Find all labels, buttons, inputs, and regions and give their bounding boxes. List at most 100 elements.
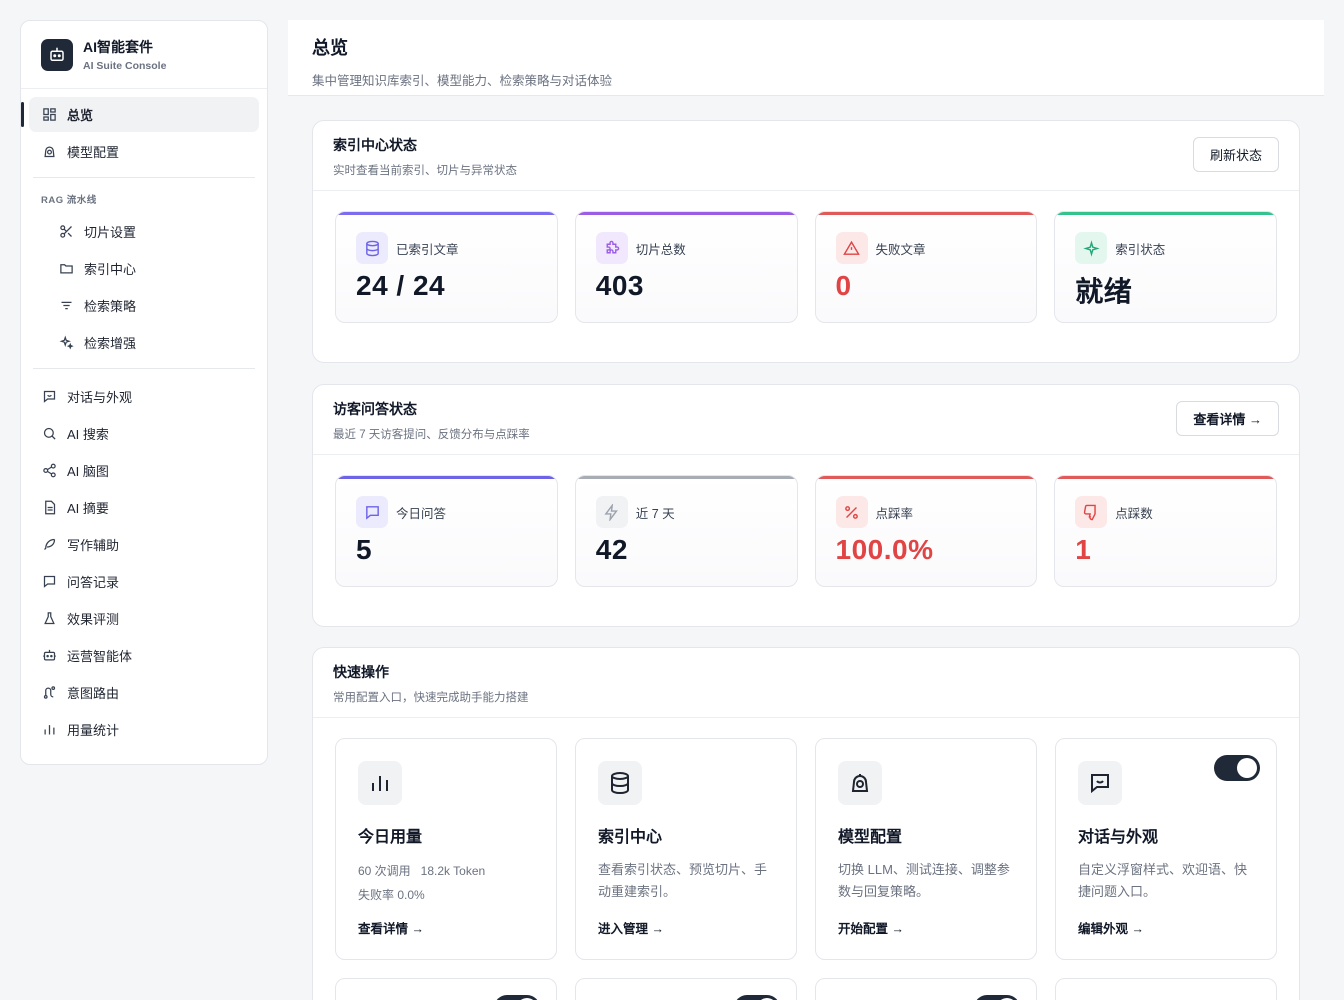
quick-card-desc: 自定义浮窗样式、欢迎语、快捷问题入口。 bbox=[1078, 862, 1248, 899]
brand: AI智能套件 AI Suite Console bbox=[21, 21, 267, 89]
page-header: 总览 集中管理知识库索引、模型能力、检索策略与对话体验 bbox=[288, 20, 1324, 96]
sidebar-item-index-center[interactable]: 索引中心 bbox=[29, 251, 259, 286]
sidebar: AI智能套件 AI Suite Console 总览 模型配置 RAG 流水线 … bbox=[20, 20, 268, 765]
accent-bar bbox=[336, 476, 557, 479]
quick-card-index-center[interactable]: 索引中心 查看索引状态、预览切片、手动重建索引。 进入管理 → bbox=[575, 738, 797, 960]
sidebar-item-usage-stats[interactable]: 用量统计 bbox=[29, 712, 259, 747]
sidebar-item-overview[interactable]: 总览 bbox=[21, 97, 259, 132]
robot-icon bbox=[41, 648, 57, 664]
stat-value: 100.0% bbox=[835, 534, 934, 565]
edit-appearance-link[interactable]: 编辑外观 → bbox=[1078, 918, 1144, 937]
sidebar-item-ops-agent[interactable]: 运营智能体 bbox=[29, 638, 259, 673]
scissors-icon bbox=[58, 224, 74, 240]
sidebar-item-label: 效果评测 bbox=[67, 612, 120, 627]
sidebar-item-ai-search[interactable]: AI 搜索 bbox=[29, 416, 259, 451]
sidebar-item-writing-assist[interactable]: 写作辅助 bbox=[29, 527, 259, 562]
sidebar-item-qa-records[interactable]: 问答记录 bbox=[29, 564, 259, 599]
sidebar-item-chunk-settings[interactable]: 切片设置 bbox=[29, 214, 259, 249]
accent-bar bbox=[575, 212, 797, 215]
card-subtitle: 最近 7 天访客提问、反馈分布与点踩率 bbox=[333, 429, 530, 441]
card-title: 访客问答状态 bbox=[333, 401, 417, 417]
quick-card-title: 今日用量 bbox=[358, 829, 423, 846]
accent-bar bbox=[336, 212, 557, 215]
flask-icon bbox=[41, 611, 57, 627]
stat-label: 索引状态 bbox=[1115, 242, 1166, 257]
sidebar-item-retrieval-strategy[interactable]: 检索策略 bbox=[29, 288, 259, 323]
sidebar-item-model-config[interactable]: 模型配置 bbox=[29, 134, 259, 169]
quick-card-title: 对话与外观 bbox=[1078, 829, 1159, 846]
quick-card-desc: 查看索引状态、预览切片、手动重建索引。 bbox=[598, 862, 768, 899]
sidebar-item-label: 用量统计 bbox=[67, 723, 120, 738]
sidebar-item-label: 对话与外观 bbox=[67, 390, 133, 405]
stat-label: 点踩数 bbox=[1115, 506, 1153, 521]
quick-card-partial[interactable] bbox=[335, 978, 557, 1000]
quick-card-partial[interactable] bbox=[575, 978, 797, 1000]
page-subtitle: 集中管理知识库索引、模型能力、检索策略与对话体验 bbox=[312, 74, 613, 88]
puzzle-icon bbox=[595, 232, 628, 264]
failure-rate: 失败率 0.0% bbox=[358, 888, 425, 902]
enable-toggle[interactable] bbox=[734, 995, 780, 1000]
sidebar-item-ai-summary[interactable]: AI 摘要 bbox=[29, 490, 259, 525]
stat-label: 近 7 天 bbox=[635, 506, 675, 521]
sidebar-item-label: 索引中心 bbox=[84, 262, 137, 277]
message-icon bbox=[41, 574, 57, 590]
database-icon bbox=[598, 761, 642, 805]
enable-toggle[interactable] bbox=[494, 995, 540, 1000]
start-config-link[interactable]: 开始配置 → bbox=[838, 918, 904, 937]
sidebar-item-label: 检索策略 bbox=[84, 299, 137, 314]
stat-label: 点踩率 bbox=[875, 506, 914, 521]
sidebar-item-retrieval-enhance[interactable]: 检索增强 bbox=[29, 325, 259, 360]
view-details-button[interactable]: 查看详情 → bbox=[1176, 401, 1279, 436]
sidebar-item-label: 模型配置 bbox=[67, 145, 120, 160]
stat-card-index-status: 索引状态 就绪 bbox=[1054, 211, 1277, 323]
stat-value: 42 bbox=[595, 534, 628, 565]
enable-toggle[interactable] bbox=[974, 995, 1020, 1000]
search-icon bbox=[41, 426, 57, 442]
warning-icon bbox=[835, 232, 868, 264]
quick-card-chat-appearance[interactable]: 对话与外观 自定义浮窗样式、欢迎语、快捷问题入口。 编辑外观 → bbox=[1055, 738, 1277, 960]
stat-value: 1 bbox=[1075, 534, 1092, 565]
visitor-qa-card: 访客问答状态 最近 7 天访客提问、反馈分布与点踩率 查看详情 → 今日问答 5… bbox=[312, 384, 1300, 627]
sidebar-item-label: 意图路由 bbox=[67, 686, 120, 701]
stat-value: 24 / 24 bbox=[356, 270, 446, 301]
bar-chart-icon bbox=[41, 722, 57, 738]
stat-value: 0 bbox=[835, 270, 852, 301]
refresh-status-button[interactable]: 刷新状态 bbox=[1192, 137, 1279, 172]
card-title: 快速操作 bbox=[333, 664, 389, 680]
percent-icon bbox=[835, 496, 868, 528]
sidebar-item-label: AI 搜索 bbox=[67, 427, 109, 442]
sidebar-item-chat-appearance[interactable]: 对话与外观 bbox=[29, 379, 259, 414]
quick-card-partial[interactable] bbox=[815, 978, 1037, 1000]
stat-value: 5 bbox=[356, 534, 373, 565]
card-subtitle: 常用配置入口，快速完成助手能力搭建 bbox=[333, 692, 529, 704]
sidebar-item-ai-mindmap[interactable]: AI 脑图 bbox=[29, 453, 259, 488]
view-details-link[interactable]: 查看详情 → bbox=[358, 918, 424, 937]
sparkle-icon bbox=[1075, 232, 1108, 264]
enable-toggle[interactable] bbox=[1214, 755, 1260, 781]
document-icon bbox=[41, 500, 57, 516]
model-icon bbox=[838, 761, 882, 805]
message-square-icon bbox=[356, 496, 388, 528]
quick-card-today-usage[interactable]: 今日用量 60 次调用 18.2k Token 失败率 0.0% 查看详情 → bbox=[335, 738, 557, 960]
stat-card-today-qa: 今日问答 5 bbox=[335, 475, 558, 587]
divider bbox=[33, 368, 255, 369]
sidebar-item-evaluation[interactable]: 效果评测 bbox=[29, 601, 259, 636]
lightning-icon bbox=[595, 496, 628, 528]
accent-bar bbox=[1055, 212, 1276, 215]
bar-chart-icon bbox=[358, 761, 402, 805]
sidebar-item-intent-routing[interactable]: 意图路由 bbox=[29, 675, 259, 710]
enter-management-link[interactable]: 进入管理 → bbox=[598, 918, 664, 937]
chat-window-icon bbox=[41, 389, 57, 405]
quick-card-model-config[interactable]: 模型配置 切换 LLM、测试连接、调整参数与回复策略。 开始配置 → bbox=[815, 738, 1037, 960]
stat-card-indexed-articles: 已索引文章 24 / 24 bbox=[335, 211, 558, 323]
sidebar-item-label: 运营智能体 bbox=[67, 649, 133, 664]
brand-subtitle: AI Suite Console bbox=[83, 60, 167, 72]
quick-card-partial[interactable] bbox=[1055, 978, 1277, 1000]
stat-card-dislike-rate: 点踩率 100.0% bbox=[814, 475, 1038, 587]
sidebar-item-label: AI 摘要 bbox=[67, 501, 109, 516]
stat-card-chunks: 切片总数 403 bbox=[574, 211, 798, 323]
accent-bar bbox=[815, 212, 1037, 215]
index-status-card: 索引中心状态 实时查看当前索引、切片与异常状态 刷新状态 已索引文章 24 / … bbox=[312, 120, 1300, 363]
stat-label: 失败文章 bbox=[875, 242, 926, 257]
section-label-rag: RAG 流水线 bbox=[41, 195, 97, 206]
